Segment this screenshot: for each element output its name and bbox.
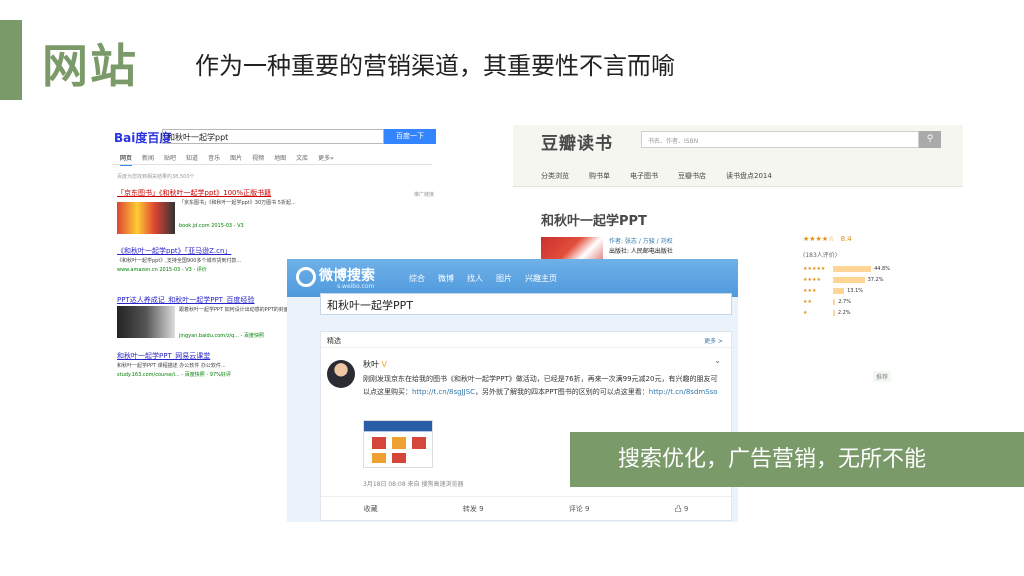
callout-banner: 搜索优化，广告营销，无所不能 bbox=[570, 432, 1024, 487]
douban-logo[interactable]: 豆瓣读书 bbox=[541, 129, 613, 154]
nav-weibo[interactable]: 微博 bbox=[438, 273, 454, 284]
post-actions: 收藏 转发 9 评论 9 凸 9 bbox=[321, 496, 731, 520]
rating-stars: ★★★★☆ bbox=[803, 235, 835, 243]
douban-search-input[interactable]: 书名、作者、ISBN bbox=[641, 131, 919, 148]
rating-bar-row: ★★ 2.7% bbox=[803, 297, 851, 306]
book-meta: 作者: 张志 / 方骏 / 刘权 出版社: 人民邮电出版社 bbox=[609, 237, 673, 257]
weibo-eye-icon bbox=[296, 267, 316, 287]
user-name[interactable]: 秋叶 V bbox=[363, 359, 387, 370]
rating-bar-stars: ★ bbox=[803, 309, 808, 316]
rating-bar bbox=[833, 265, 872, 272]
rating-bar-percent: 44.8% bbox=[874, 265, 890, 272]
rating-bar-percent: 37.2% bbox=[867, 276, 884, 283]
rating-bar-stars: ★★ bbox=[803, 298, 812, 305]
rating-count[interactable]: (183人评价) bbox=[803, 250, 837, 259]
card-title: 精选 bbox=[327, 337, 341, 345]
rating-bar-row: ★★★★★ 44.8% bbox=[803, 264, 890, 273]
repost-button[interactable]: 转发 9 bbox=[463, 504, 484, 514]
rating: ★★★★☆ 8.4 bbox=[803, 235, 852, 243]
book-title: 和秋叶一起学PPT bbox=[541, 214, 647, 229]
recommend-tag[interactable]: 推荐 bbox=[873, 371, 892, 382]
rating-bar-percent: 2.7% bbox=[838, 298, 851, 305]
rating-bar bbox=[833, 309, 835, 316]
page-title: 网站 bbox=[42, 39, 138, 93]
baidu-search-button[interactable]: 百度一下 bbox=[384, 129, 436, 144]
page-subtitle: 作为一种重要的营销渠道，其重要性不言而喻 bbox=[195, 52, 675, 80]
rating-bar-stars: ★★★★ bbox=[803, 276, 821, 283]
weibo-logo[interactable]: 微博搜索 bbox=[319, 265, 375, 285]
chevron-down-icon[interactable]: ⌄ bbox=[714, 356, 721, 365]
baidu-search-input[interactable]: 和秋叶一起学ppt bbox=[162, 129, 384, 144]
rating-bar-stars: ★★★ bbox=[803, 287, 817, 294]
favorite-button[interactable]: 收藏 bbox=[364, 504, 378, 514]
result-stats: 百度为您找到相关结果约38,500个 bbox=[117, 174, 195, 180]
douban-header: 豆瓣读书 书名、作者、ISBN ⚲ 分类浏览 购书单 电子图书 豆瓣书店 读书盘… bbox=[513, 125, 963, 187]
nav-interest[interactable]: 兴趣主页 bbox=[525, 273, 557, 284]
result-desc: 「京东图书」《和秋叶一起学ppt》30万图书 5折起... bbox=[179, 200, 296, 206]
rating-bar-row: ★ 2.2% bbox=[803, 308, 851, 317]
post-image[interactable] bbox=[363, 420, 433, 468]
nav-store[interactable]: 豆瓣书店 bbox=[678, 171, 706, 181]
nav-category[interactable]: 分类浏览 bbox=[541, 171, 569, 181]
rating-score: 8.4 bbox=[840, 235, 852, 243]
card-header: 精选 更多 > bbox=[321, 332, 731, 348]
post-link[interactable]: http://t.cn/8sgJJSC bbox=[412, 388, 475, 396]
rating-bar-stars: ★★★★★ bbox=[803, 265, 826, 272]
rating-bar bbox=[833, 287, 845, 294]
post-link[interactable]: http://t.cn/8sdmSso bbox=[649, 388, 718, 396]
rating-bar-row: ★★★★ 37.2% bbox=[803, 275, 884, 284]
rating-bar-percent: 2.2% bbox=[837, 309, 851, 316]
book-publisher: 出版社: 人民邮电出版社 bbox=[609, 248, 673, 255]
nav-images[interactable]: 图片 bbox=[496, 273, 512, 284]
search-icon[interactable]: ⚲ bbox=[919, 131, 941, 148]
post-text: 刚刚发现京东在给我的图书《和秋叶一起学PPT》做活动，已经是76折，再来一次满9… bbox=[363, 375, 718, 396]
nav-review-2014[interactable]: 读书盘点2014 bbox=[726, 171, 772, 181]
weibo-post-card: 精选 更多 > 秋叶 V ⌄ 刚刚发现京东在给我的图书《和秋叶一起学PPT》做活… bbox=[320, 331, 732, 521]
post-time: 3月18日 08:08 来自 搜狗高速浏览器 bbox=[363, 481, 464, 488]
tab-divider bbox=[112, 164, 432, 165]
douban-nav: 分类浏览 购书单 电子图书 豆瓣书店 读书盘点2014 bbox=[541, 171, 772, 181]
nav-people[interactable]: 找人 bbox=[467, 273, 483, 284]
slide: 网站 作为一种重要的营销渠道，其重要性不言而喻 Bai度百度 和秋叶一起学ppt… bbox=[0, 0, 1024, 576]
result-title-link[interactable]: 《和秋叶一起学ppt》「亚马逊Z.cn」 bbox=[117, 246, 427, 256]
avatar[interactable] bbox=[327, 360, 355, 388]
result-thumbnail[interactable] bbox=[117, 202, 175, 234]
result-thumbnail[interactable] bbox=[117, 306, 175, 338]
rating-bar bbox=[833, 276, 865, 283]
more-link[interactable]: 更多 > bbox=[704, 336, 723, 345]
weibo-domain: s.weibo.com bbox=[337, 283, 375, 290]
result-title-link[interactable]: 「京东图书」《和秋叶一起学ppt》100%正版书籍 bbox=[117, 188, 427, 198]
weibo-search-input[interactable]: 和秋叶一起学PPT bbox=[320, 293, 732, 315]
nav-booklist[interactable]: 购书单 bbox=[589, 171, 610, 181]
rating-bar-percent: 13.1% bbox=[847, 287, 864, 294]
weibo-header: 微博搜索 s.weibo.com 综合 微博 找人 图片 兴趣主页 bbox=[287, 259, 738, 297]
result-url: book.jd.com 2015-03 - V3 bbox=[179, 223, 244, 229]
verified-icon: V bbox=[381, 360, 388, 369]
accent-bar bbox=[0, 20, 22, 100]
like-button[interactable]: 凸 9 bbox=[675, 504, 689, 514]
nav-all[interactable]: 综合 bbox=[409, 273, 425, 284]
rating-bar bbox=[833, 298, 836, 305]
comment-button[interactable]: 评论 9 bbox=[569, 504, 590, 514]
rating-bar-row: ★★★ 13.1% bbox=[803, 286, 863, 295]
weibo-nav: 综合 微博 找人 图片 兴趣主页 bbox=[409, 273, 557, 284]
book-author[interactable]: 作者: 张志 / 方骏 / 刘权 bbox=[609, 237, 673, 247]
nav-ebooks[interactable]: 电子图书 bbox=[630, 171, 658, 181]
